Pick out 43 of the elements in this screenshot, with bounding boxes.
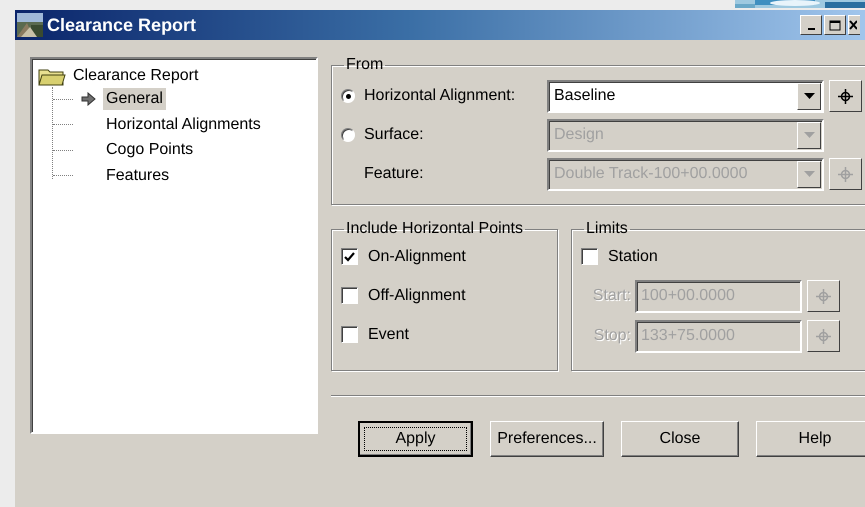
app-icon xyxy=(17,13,43,37)
tree-item[interactable]: General xyxy=(103,88,166,110)
field-label: Horizontal Alignment: xyxy=(364,86,516,106)
maximize-button[interactable] xyxy=(824,15,846,35)
minimize-icon xyxy=(808,28,814,30)
dialog-button[interactable]: Close xyxy=(621,421,739,457)
window-title: Clearance Report xyxy=(47,14,196,37)
field-label: Surface: xyxy=(364,125,424,145)
pick-button[interactable] xyxy=(829,80,862,112)
field-label: Feature: xyxy=(364,164,424,184)
checkbox[interactable] xyxy=(341,248,358,265)
caret-icon xyxy=(804,132,814,138)
checkbox-label: Event xyxy=(368,324,409,344)
checkbox-label: Station xyxy=(608,246,658,266)
close-icon xyxy=(849,20,857,30)
group-label: Limits xyxy=(585,221,629,237)
maximize-icon xyxy=(829,20,841,30)
checkbox[interactable] xyxy=(581,248,598,265)
check-icon xyxy=(344,252,355,262)
radio-button[interactable] xyxy=(341,89,355,103)
caret-icon xyxy=(804,170,814,178)
minimize-button[interactable] xyxy=(800,15,822,35)
tree-item[interactable]: Clearance Report xyxy=(70,64,202,87)
arrow-icon xyxy=(80,92,96,106)
tree-item[interactable]: Features xyxy=(103,164,172,187)
group-label: Include Horizontal Points xyxy=(345,221,524,237)
dropdown[interactable]: Baseline xyxy=(547,80,824,112)
dialog-button[interactable]: Preferences... xyxy=(490,421,604,457)
checkbox[interactable] xyxy=(341,326,358,343)
checkbox-label: Off-Alignment xyxy=(368,286,466,306)
crosshair-icon xyxy=(815,288,832,304)
checkbox-label: On-Alignment xyxy=(368,246,466,266)
group-label: From xyxy=(345,57,384,73)
crosshair-icon xyxy=(837,88,854,104)
crosshair-icon xyxy=(837,166,854,182)
tree-item[interactable]: Horizontal Alignments xyxy=(103,114,264,136)
dialog-button[interactable]: Apply xyxy=(358,421,473,457)
checkbox[interactable] xyxy=(341,287,358,304)
dialog-button[interactable]: Help xyxy=(756,421,865,457)
crosshair-icon xyxy=(815,328,832,344)
close-button[interactable] xyxy=(848,15,860,35)
tree-item[interactable]: Cogo Points xyxy=(103,139,196,162)
caret-icon xyxy=(804,92,814,100)
